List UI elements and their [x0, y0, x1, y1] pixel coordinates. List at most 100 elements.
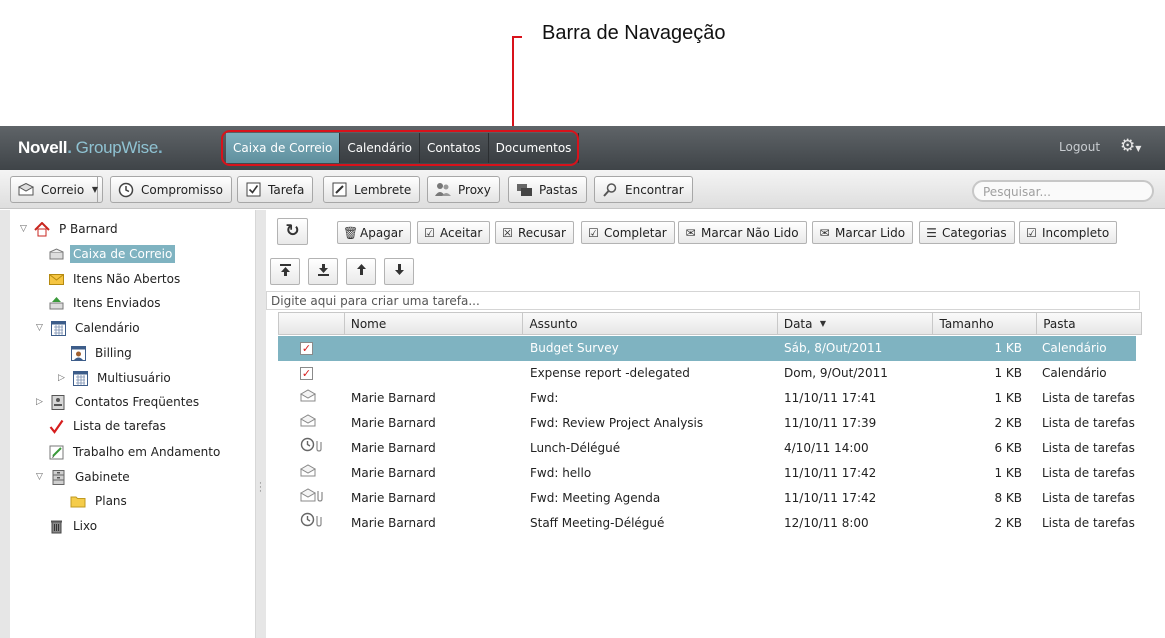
row-pasta: Lista de tarefas: [1042, 491, 1135, 505]
table-row[interactable]: Marie Barnard Fwd: Meeting Agenda 11/10/…: [278, 486, 1136, 511]
tarefa-button[interactable]: Tarefa: [237, 176, 314, 203]
tree-item-gabinete[interactable]: ▽ Gabinete: [36, 467, 133, 487]
item-list-pane: ↻ 🗑 Apagar ☑ Aceitar ☒ Recusar ☑ Completar ✉…: [266, 210, 1165, 638]
move-down-button[interactable]: [384, 258, 414, 285]
column-header-data[interactable]: Data ▼: [778, 313, 934, 334]
row-assunto: Expense report -delegated: [530, 366, 690, 380]
expand-icon[interactable]: ▷: [58, 373, 68, 383]
pastas-button[interactable]: Pastas: [508, 176, 587, 203]
folder-icon: [70, 493, 86, 509]
move-up-button[interactable]: [346, 258, 376, 285]
tree-item-plans[interactable]: Plans: [70, 491, 130, 511]
row-tamanho: 1 KB: [994, 341, 1022, 355]
table-row[interactable]: Marie Barnard Staff Meeting-Délégué 12/1…: [278, 511, 1136, 536]
users-icon: [434, 182, 452, 198]
tree-item-contatos-frequentes[interactable]: ▷ Contatos Freqüentes: [36, 392, 202, 412]
tree-item-label: Lixo: [73, 519, 98, 533]
tree-item-itens-enviados[interactable]: Itens Enviados: [48, 293, 164, 313]
row-data: 11/10/11 17:39: [784, 416, 877, 430]
logo-dot-2: .: [157, 138, 163, 157]
search-input[interactable]: Pesquisar...: [972, 180, 1154, 202]
row-pasta: Calendário: [1042, 341, 1107, 355]
marcar-nao-lido-button[interactable]: ✉ Marcar Não Lido: [678, 221, 807, 244]
row-assunto: Fwd: hello: [530, 466, 592, 480]
tree-item-caixa-de-correio[interactable]: Caixa de Correio: [48, 244, 176, 264]
new-task-input[interactable]: Digite aqui para criar uma tarefa...: [266, 291, 1140, 310]
correio-button[interactable]: Correio ▼: [10, 176, 103, 203]
column-header-tamanho[interactable]: Tamanho: [933, 313, 1038, 334]
refresh-icon[interactable]: ↻: [277, 218, 308, 245]
gear-icon[interactable]: ⚙▼: [1120, 136, 1141, 156]
row-nome: Marie Barnard: [351, 491, 436, 505]
table-row[interactable]: Marie Barnard Fwd: 11/10/11 17:41 1 KB L…: [278, 386, 1136, 411]
move-top-button[interactable]: [270, 258, 300, 285]
row-nome: Marie Barnard: [351, 516, 436, 530]
tree-item-lista-de-tarefas[interactable]: Lista de tarefas: [48, 416, 169, 436]
table-row[interactable]: Marie Barnard Fwd: hello 11/10/11 17:42 …: [278, 461, 1136, 486]
column-header-pasta[interactable]: Pasta: [1037, 313, 1141, 334]
row-nome: [351, 336, 521, 361]
top-bar: Novell. GroupWise. Logout ⚙▼: [0, 126, 1165, 170]
row-assunto: Staff Meeting-Délégué: [530, 516, 665, 530]
collapse-icon[interactable]: ▽: [36, 472, 46, 482]
compromisso-button[interactable]: Compromisso: [110, 176, 232, 203]
collapse-icon[interactable]: ▽: [20, 224, 30, 234]
trash-icon: [48, 518, 64, 534]
expand-icon[interactable]: ▷: [36, 397, 46, 407]
apagar-button[interactable]: 🗑 Apagar: [337, 221, 412, 244]
appointment-attachment-icon: [300, 511, 330, 536]
envelope-closed-icon: ✉: [685, 225, 696, 240]
proxy-button[interactable]: Proxy: [427, 176, 500, 203]
row-tamanho: 2 KB: [994, 516, 1022, 530]
row-nome: Marie Barnard: [351, 416, 436, 430]
logo-dot: .: [67, 138, 72, 157]
draft-icon: [48, 444, 64, 460]
address-book-icon: [50, 394, 66, 410]
completar-button[interactable]: ☑ Completar: [581, 221, 675, 244]
encontrar-button[interactable]: Encontrar: [594, 176, 693, 203]
row-tamanho: 1 KB: [994, 466, 1022, 480]
move-up-icon: [355, 264, 368, 279]
folder-tree: ▽ P Barnard Caixa de Correio Itens Não A…: [10, 210, 256, 638]
apagar-label: Apagar: [360, 225, 404, 240]
tree-item-trabalho-em-andamento[interactable]: Trabalho em Andamento: [48, 442, 223, 462]
incompleto-button[interactable]: ☑ Incompleto: [1019, 221, 1118, 244]
move-bottom-icon: [317, 263, 330, 280]
tree-item-label: Multiusuário: [97, 371, 171, 385]
marcar-lido-button[interactable]: ✉ Marcar Lido: [812, 221, 914, 244]
mail-icon: [17, 182, 35, 198]
aceitar-button[interactable]: ☑ Aceitar: [417, 221, 491, 244]
pastas-label: Pastas: [539, 182, 578, 197]
recusar-button[interactable]: ☒ Recusar: [495, 221, 574, 244]
note-icon: [330, 182, 348, 198]
tree-item-label: Contatos Freqüentes: [75, 395, 200, 409]
completar-label: Completar: [604, 225, 667, 240]
row-tamanho: 1 KB: [994, 366, 1022, 380]
sent-icon: [48, 295, 64, 311]
table-row[interactable]: Marie Barnard Lunch-Délégué 4/10/11 14:0…: [278, 436, 1136, 461]
tree-item-multiusuario[interactable]: ▷ Multiusuário: [58, 368, 174, 388]
tree-item-billing[interactable]: Billing: [70, 343, 135, 363]
collapse-icon[interactable]: ▽: [36, 323, 46, 333]
tree-item-calendario[interactable]: ▽ Calendário: [36, 318, 143, 338]
groupwise-logo: Novell. GroupWise.: [18, 138, 163, 158]
pane-splitter[interactable]: · · ·: [256, 210, 266, 638]
row-tamanho: 6 KB: [994, 441, 1022, 455]
tree-item-itens-nao-abertos[interactable]: Itens Não Abertos: [48, 269, 183, 289]
lembrete-button[interactable]: Lembrete: [323, 176, 421, 203]
column-header-assunto[interactable]: Assunto: [523, 313, 778, 334]
envelope-open-icon: [300, 411, 330, 436]
logout-link[interactable]: Logout: [1059, 140, 1100, 154]
tree-item-lixo[interactable]: Lixo: [48, 516, 100, 536]
table-row[interactable]: Marie Barnard Fwd: Review Project Analys…: [278, 411, 1136, 436]
tree-item-home[interactable]: ▽ P Barnard: [20, 219, 121, 239]
chevron-down-icon[interactable]: ▼: [92, 185, 98, 194]
table-row[interactable]: ✓ Budget Survey Sáb, 8/Out/2011 1 KB Cal…: [278, 336, 1136, 361]
row-pasta: Lista de tarefas: [1042, 391, 1135, 405]
move-bottom-button[interactable]: [308, 258, 338, 285]
categorias-button[interactable]: ☰ Categorias: [919, 221, 1015, 244]
column-header-icon[interactable]: [279, 313, 345, 334]
envelope-attachment-icon: [300, 486, 330, 511]
column-header-nome[interactable]: Nome: [345, 313, 524, 334]
table-row[interactable]: ✓ Expense report -delegated Dom, 9/Out/2…: [278, 361, 1136, 386]
